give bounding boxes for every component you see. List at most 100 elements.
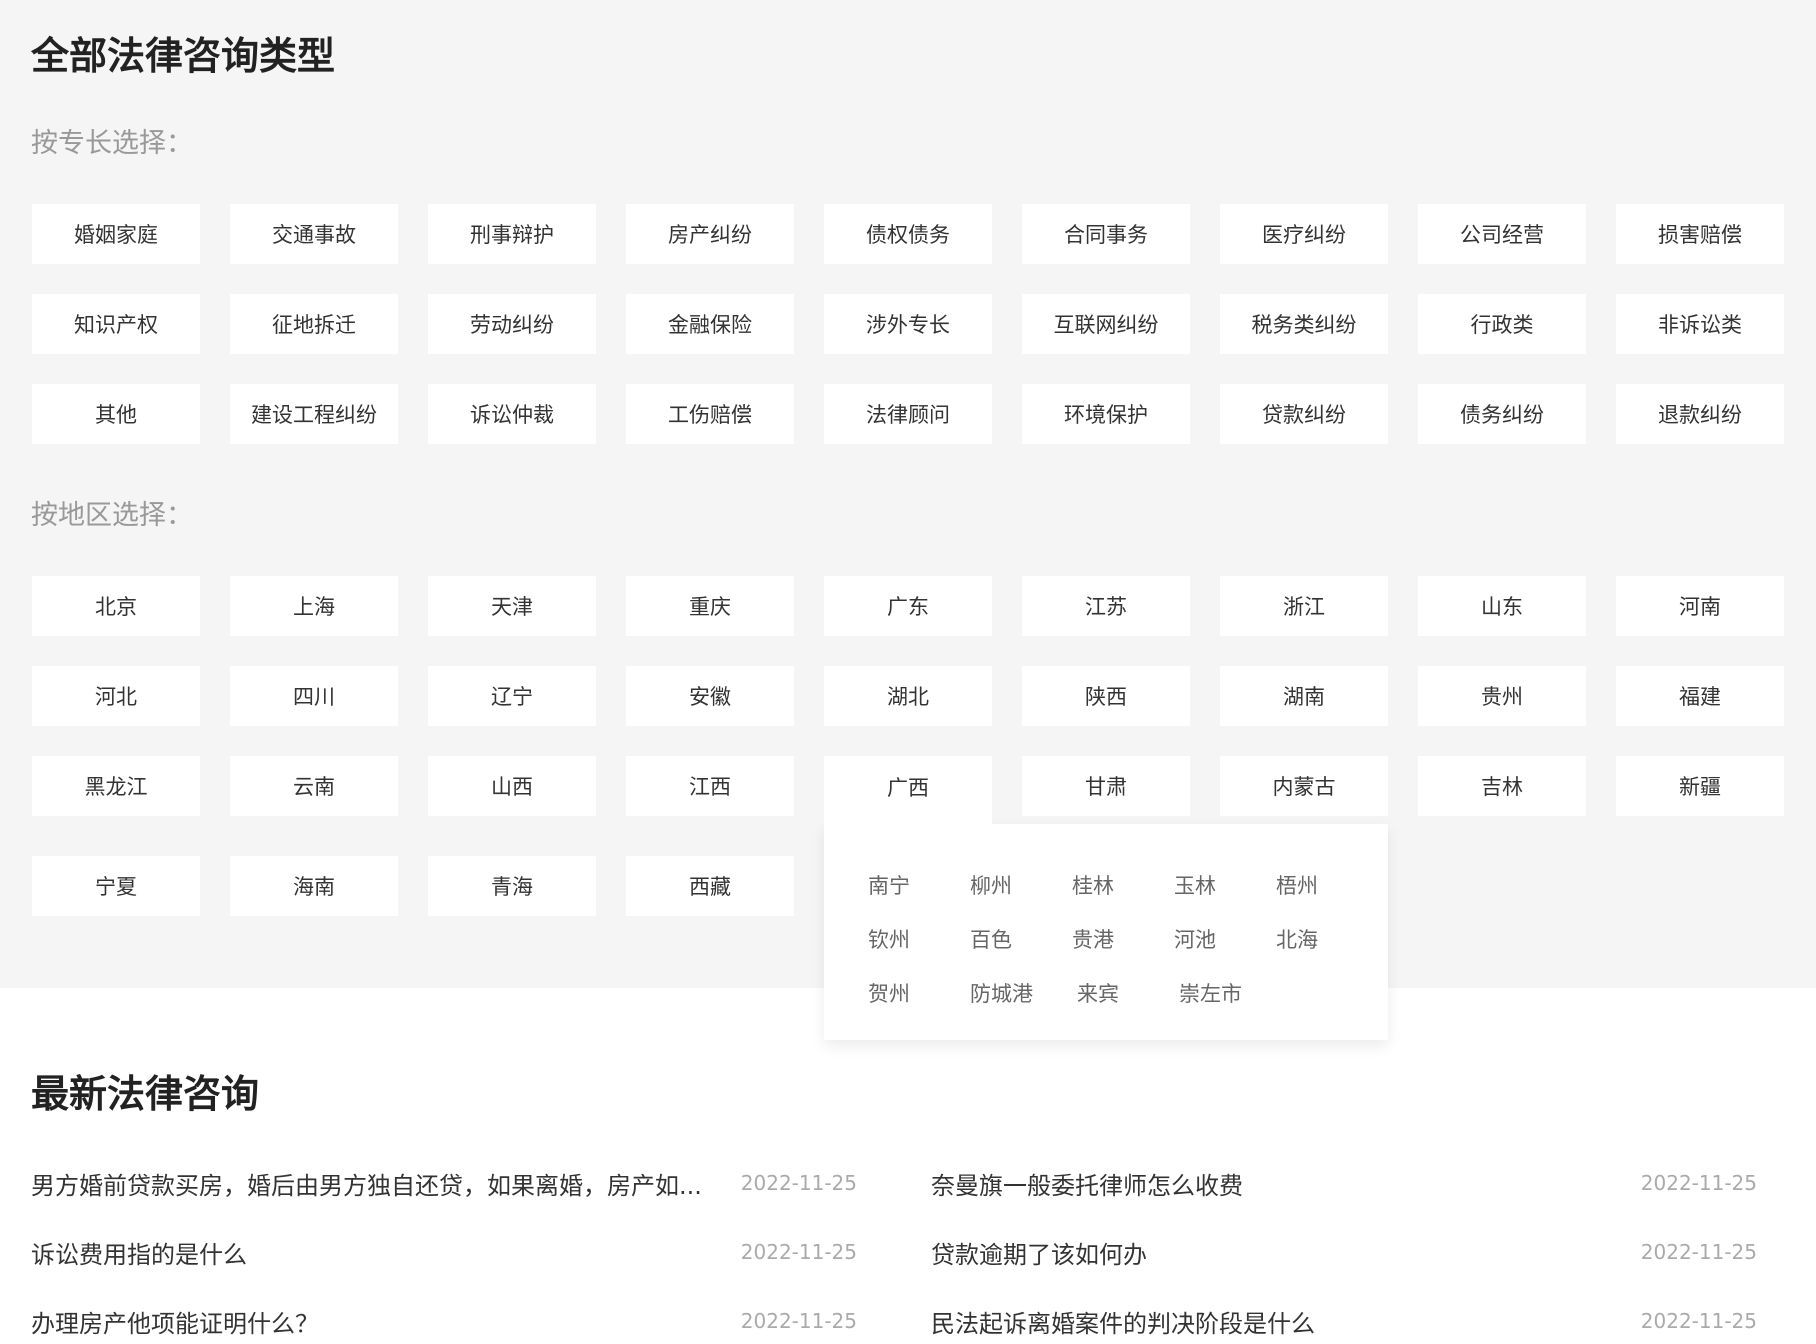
region-tag[interactable]: 陕西 <box>1022 666 1190 726</box>
region-tag[interactable]: 上海 <box>230 576 398 636</box>
city-link[interactable]: 崇左市 <box>1179 978 1242 1008</box>
region-tag[interactable]: 宁夏 <box>32 856 200 916</box>
city-link[interactable]: 北海 <box>1276 924 1334 954</box>
specialty-tag[interactable]: 债务纠纷 <box>1418 384 1586 444</box>
region-tag[interactable]: 山西 <box>428 756 596 816</box>
region-tag[interactable]: 云南 <box>230 756 398 816</box>
specialty-tag[interactable]: 房产纠纷 <box>626 204 794 264</box>
region-label: 按地区选择： <box>31 500 193 531</box>
consult-question-link[interactable]: 男方婚前贷款买房，婚后由男方独自还贷，如果离婚，房产如... <box>31 1166 702 1201</box>
consult-item: 民法起诉离婚案件的判决阶段是什么 2022-11-25 <box>931 1300 1757 1342</box>
specialty-tag[interactable]: 税务类纠纷 <box>1220 294 1388 354</box>
specialty-tag[interactable]: 债权债务 <box>824 204 992 264</box>
consult-question-link[interactable]: 民法起诉离婚案件的判决阶段是什么 <box>931 1304 1315 1339</box>
region-tag[interactable]: 浙江 <box>1220 576 1388 636</box>
region-tag[interactable]: 甘肃 <box>1022 756 1190 816</box>
consult-item: 贷款逾期了该如何办 2022-11-25 <box>931 1231 1757 1273</box>
specialty-tag[interactable]: 医疗纠纷 <box>1220 204 1388 264</box>
specialty-tag[interactable]: 损害赔偿 <box>1616 204 1784 264</box>
region-tag[interactable]: 贵州 <box>1418 666 1586 726</box>
specialty-tag[interactable]: 其他 <box>32 384 200 444</box>
consult-question-link[interactable]: 办理房产他项能证明什么？ <box>31 1304 319 1339</box>
consult-date: 2022-11-25 <box>1640 1309 1757 1333</box>
city-link[interactable]: 玉林 <box>1174 870 1232 900</box>
specialty-tag[interactable]: 工伤赔偿 <box>626 384 794 444</box>
region-tag-active[interactable]: 广西 <box>824 756 992 826</box>
consult-list: 男方婚前贷款买房，婚后由男方独自还贷，如果离婚，房产如... 2022-11-25… <box>31 1162 1761 1342</box>
region-tag[interactable]: 安徽 <box>626 666 794 726</box>
city-row: 南宁 柳州 桂林 玉林 梧州 <box>868 858 1388 912</box>
specialty-tag[interactable]: 劳动纠纷 <box>428 294 596 354</box>
region-tag[interactable]: 河北 <box>32 666 200 726</box>
region-tag[interactable]: 辽宁 <box>428 666 596 726</box>
city-row: 贺州 防城港 来宾 崇左市 <box>868 966 1388 1020</box>
region-tag[interactable]: 天津 <box>428 576 596 636</box>
category-section: 全部法律咨询类型 按专长选择： 婚姻家庭 交通事故 刑事辩护 房产纠纷 债权债务 合同事务… <box>0 0 1816 1040</box>
region-tag[interactable]: 湖北 <box>824 666 992 726</box>
city-link[interactable]: 贺州 <box>868 978 926 1008</box>
city-link[interactable]: 贵港 <box>1072 924 1130 954</box>
city-link[interactable]: 柳州 <box>970 870 1028 900</box>
specialty-tag[interactable]: 金融保险 <box>626 294 794 354</box>
region-tag[interactable]: 湖南 <box>1220 666 1388 726</box>
specialty-tag[interactable]: 交通事故 <box>230 204 398 264</box>
consult-date: 2022-11-25 <box>1640 1240 1757 1264</box>
specialty-tag[interactable]: 退款纠纷 <box>1616 384 1784 444</box>
consult-item: 诉讼费用指的是什么 2022-11-25 <box>31 1231 857 1273</box>
region-tag[interactable]: 青海 <box>428 856 596 916</box>
city-link[interactable]: 防城港 <box>970 978 1033 1008</box>
latest-consult-title: 最新法律咨询 <box>31 1072 260 1116</box>
specialty-tag[interactable]: 征地拆迁 <box>230 294 398 354</box>
specialty-tag[interactable]: 互联网纠纷 <box>1022 294 1190 354</box>
region-tag[interactable]: 内蒙古 <box>1220 756 1388 816</box>
region-tag[interactable]: 福建 <box>1616 666 1784 726</box>
city-link[interactable]: 桂林 <box>1072 870 1130 900</box>
consult-item: 奈曼旗一般委托律师怎么收费 2022-11-25 <box>931 1162 1757 1204</box>
page-title: 全部法律咨询类型 <box>31 34 336 78</box>
region-tag[interactable]: 北京 <box>32 576 200 636</box>
consult-question-link[interactable]: 诉讼费用指的是什么 <box>31 1235 247 1270</box>
specialty-tag[interactable]: 涉外专长 <box>824 294 992 354</box>
specialty-tag[interactable]: 行政类 <box>1418 294 1586 354</box>
region-tag[interactable]: 新疆 <box>1616 756 1784 816</box>
city-link[interactable]: 百色 <box>970 924 1028 954</box>
specialty-tag[interactable]: 法律顾问 <box>824 384 992 444</box>
specialty-tag[interactable]: 建设工程纠纷 <box>230 384 398 444</box>
specialty-tag[interactable]: 非诉讼类 <box>1616 294 1784 354</box>
specialty-tag[interactable]: 环境保护 <box>1022 384 1190 444</box>
city-link[interactable]: 南宁 <box>868 870 926 900</box>
consult-item: 男方婚前贷款买房，婚后由男方独自还贷，如果离婚，房产如... 2022-11-25 <box>31 1162 857 1204</box>
region-tag[interactable]: 海南 <box>230 856 398 916</box>
city-link[interactable]: 钦州 <box>868 924 926 954</box>
city-link[interactable]: 梧州 <box>1276 870 1334 900</box>
specialty-tag[interactable]: 合同事务 <box>1022 204 1190 264</box>
city-row: 钦州 百色 贵港 河池 北海 <box>868 912 1388 966</box>
specialty-tag[interactable]: 知识产权 <box>32 294 200 354</box>
region-tag[interactable]: 江苏 <box>1022 576 1190 636</box>
specialty-tag[interactable]: 公司经营 <box>1418 204 1586 264</box>
consult-item: 办理房产他项能证明什么？ 2022-11-25 <box>31 1300 857 1342</box>
region-tag[interactable]: 黑龙江 <box>32 756 200 816</box>
consult-date: 2022-11-25 <box>1640 1171 1757 1195</box>
region-tag[interactable]: 河南 <box>1616 576 1784 636</box>
region-tag[interactable]: 吉林 <box>1418 756 1586 816</box>
consult-date: 2022-11-25 <box>740 1309 857 1333</box>
region-tag[interactable]: 江西 <box>626 756 794 816</box>
specialty-tag[interactable]: 刑事辩护 <box>428 204 596 264</box>
city-link[interactable]: 来宾 <box>1077 978 1135 1008</box>
consult-question-link[interactable]: 贷款逾期了该如何办 <box>931 1235 1147 1270</box>
region-tag[interactable]: 西藏 <box>626 856 794 916</box>
specialty-grid: 婚姻家庭 交通事故 刑事辩护 房产纠纷 债权债务 合同事务 医疗纠纷 公司经营 损害赔偿知识产权… <box>32 204 1784 444</box>
specialty-label: 按专长选择： <box>31 128 193 159</box>
city-dropdown-popup: 南宁 柳州 桂林 玉林 梧州钦州 百色 贵港 河池 北海贺州 防城港 来宾 崇左市 <box>824 824 1388 1040</box>
specialty-tag[interactable]: 诉讼仲裁 <box>428 384 596 444</box>
consult-date: 2022-11-25 <box>740 1240 857 1264</box>
consult-question-link[interactable]: 奈曼旗一般委托律师怎么收费 <box>931 1166 1243 1201</box>
specialty-tag[interactable]: 贷款纠纷 <box>1220 384 1388 444</box>
region-tag[interactable]: 山东 <box>1418 576 1586 636</box>
specialty-tag[interactable]: 婚姻家庭 <box>32 204 200 264</box>
city-link[interactable]: 河池 <box>1174 924 1232 954</box>
region-tag[interactable]: 广东 <box>824 576 992 636</box>
region-tag[interactable]: 四川 <box>230 666 398 726</box>
region-tag[interactable]: 重庆 <box>626 576 794 636</box>
